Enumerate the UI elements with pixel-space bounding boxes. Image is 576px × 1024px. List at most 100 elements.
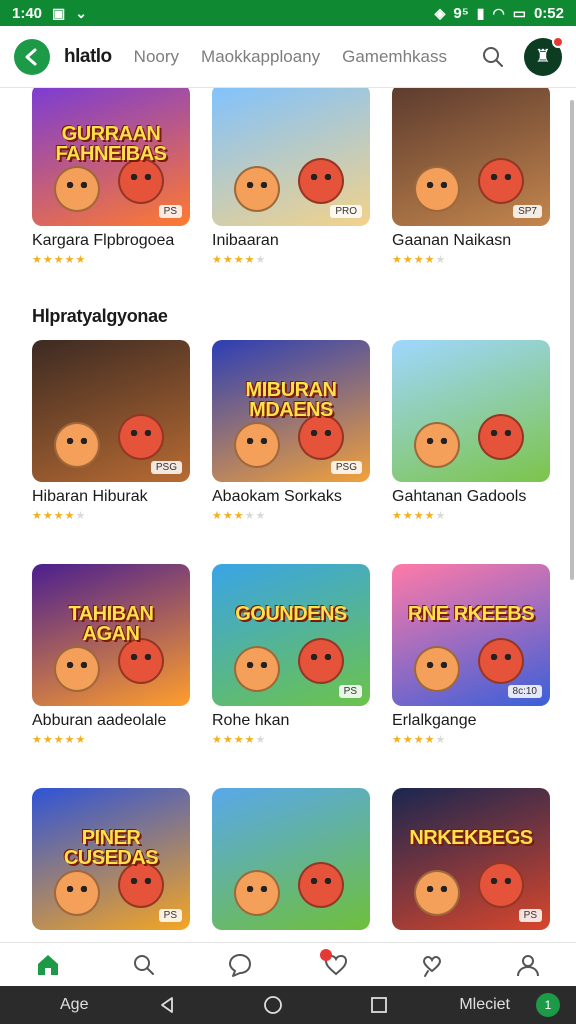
star-icon: ★ <box>64 510 76 522</box>
system-nav: Age Mleciet 1 <box>0 986 576 1024</box>
game-badge: SP7 <box>513 205 542 218</box>
wifi-icon: ◠ <box>492 4 505 21</box>
nav-home[interactable] <box>26 945 70 985</box>
game-name[interactable]: Gaanan Naikasn <box>392 232 550 250</box>
game-card[interactable] <box>212 788 370 930</box>
back-button[interactable] <box>152 990 182 1020</box>
search-button[interactable] <box>478 42 508 72</box>
star-icon: ★ <box>32 254 43 266</box>
game-card[interactable]: PRO Inibaaran ★★★★★ <box>212 88 370 266</box>
game-card[interactable]: RNE RKEEBS 8c:10 Erlalkgange ★★★★★ <box>392 564 550 746</box>
nav-link-3[interactable]: Gamemhkass <box>342 47 447 67</box>
nav-favorites[interactable] <box>314 945 358 985</box>
chat-icon <box>229 953 251 977</box>
star-icon: ★ <box>402 510 414 522</box>
star-icon: ★ <box>435 734 447 746</box>
rating-stars: ★★★★★ <box>212 253 370 266</box>
game-thumbnail[interactable]: PSG <box>32 340 190 482</box>
game-card[interactable]: NRKEKBEGS PS <box>392 788 550 930</box>
game-card[interactable]: Gahtanan Gadools ★★★★★ <box>392 340 550 522</box>
star-icon: ★ <box>435 510 447 522</box>
rating-stars: ★★★★★ <box>32 733 190 746</box>
character-icon <box>234 646 280 692</box>
nav-link-1[interactable]: Noory <box>134 47 179 67</box>
star-icon: ★ <box>212 254 223 266</box>
character-icon <box>414 422 460 468</box>
star-icon: ★ <box>392 254 403 266</box>
star-icon: ★ <box>424 734 436 746</box>
game-title-art: PINER CUSEDAS <box>63 827 159 869</box>
game-name[interactable]: Abaokam Sorkaks <box>212 488 370 506</box>
game-thumbnail[interactable]: TAHIBAN AGAN <box>32 564 190 706</box>
star-icon: ★ <box>75 254 87 266</box>
game-thumbnail[interactable]: GURRAAN FAHNEIBAS PS <box>32 88 190 226</box>
comment-heart-icon <box>422 955 442 977</box>
game-thumbnail[interactable]: SP7 <box>392 88 550 226</box>
game-name[interactable]: Inibaaran <box>212 232 370 250</box>
star-icon: ★ <box>255 510 267 522</box>
star-icon: ★ <box>42 734 54 746</box>
game-card[interactable]: MIBURAN MDAENS PSG Abaokam Sorkaks ★★★★★ <box>212 340 370 522</box>
star-icon: ★ <box>64 734 76 746</box>
star-icon: ★ <box>392 510 403 522</box>
signal-icon: ▮ <box>476 4 485 21</box>
app-logo-icon[interactable] <box>14 38 50 75</box>
game-card[interactable]: SP7 Gaanan Naikasn ★★★★★ <box>392 88 550 266</box>
rating-stars: ★★★★★ <box>32 253 190 266</box>
game-name[interactable]: Hibaran Hiburak <box>32 488 190 506</box>
game-title-art: GOUNDENS <box>235 603 347 625</box>
character-icon <box>414 166 460 212</box>
game-thumbnail[interactable] <box>212 788 370 930</box>
character-icon <box>414 870 460 916</box>
game-name[interactable]: Kargara Flpbrogoea <box>32 232 190 250</box>
star-icon: ★ <box>233 254 245 266</box>
nav-messages[interactable] <box>410 945 454 985</box>
game-badge: PS <box>158 909 182 922</box>
game-name[interactable]: Rohe hkan <box>212 712 370 730</box>
game-card[interactable]: PINER CUSEDAS PS <box>32 788 190 930</box>
avatar[interactable]: ♜ <box>524 35 564 76</box>
home-button[interactable] <box>258 990 288 1020</box>
signal-label: 9⁵ <box>453 4 469 22</box>
rating-stars: ★★★★★ <box>392 733 550 746</box>
star-icon: ★ <box>53 734 65 746</box>
game-thumbnail[interactable]: PRO <box>212 88 370 226</box>
game-name[interactable]: Erlalkgange <box>392 712 550 730</box>
character-icon <box>234 422 280 468</box>
scrollbar[interactable] <box>570 100 574 580</box>
game-name[interactable]: Gahtanan Gadools <box>392 488 550 506</box>
character-icon <box>234 166 280 212</box>
notification-badge <box>552 35 564 48</box>
character-icon <box>234 870 280 916</box>
game-card[interactable]: GOUNDENS PS Rohe hkan ★★★★★ <box>212 564 370 746</box>
game-badge: PS <box>338 685 362 698</box>
star-icon: ★ <box>255 734 267 746</box>
recents-icon <box>371 997 388 1013</box>
game-title-art: NRKEKBEGS <box>409 827 533 849</box>
search-icon <box>134 954 154 975</box>
star-icon: ★ <box>244 734 256 746</box>
game-card[interactable]: TAHIBAN AGAN Abburan aadeolale ★★★★★ <box>32 564 190 746</box>
star-icon: ★ <box>244 510 256 522</box>
recents-button[interactable] <box>364 990 394 1020</box>
game-thumbnail[interactable]: MIBURAN MDAENS PSG <box>212 340 370 482</box>
nav-profile[interactable] <box>506 945 550 985</box>
game-thumbnail[interactable] <box>392 340 550 482</box>
character-icon <box>478 862 524 908</box>
rating-stars: ★★★★★ <box>32 509 190 522</box>
star-icon: ★ <box>42 510 54 522</box>
game-thumbnail[interactable]: PINER CUSEDAS PS <box>32 788 190 930</box>
game-title-art: TAHIBAN AGAN <box>68 603 154 645</box>
game-thumbnail[interactable]: GOUNDENS PS <box>212 564 370 706</box>
nav-link-2[interactable]: Maokkapploany <box>201 47 320 67</box>
game-name[interactable]: Abburan aadeolale <box>32 712 190 730</box>
star-icon: ★ <box>244 254 256 266</box>
home-icon <box>38 954 58 975</box>
game-card[interactable]: GURRAAN FAHNEIBAS PS Kargara Flpbrogoea ★★★… <box>32 88 190 266</box>
nav-search[interactable] <box>122 945 166 985</box>
game-thumbnail[interactable]: NRKEKBEGS PS <box>392 788 550 930</box>
nav-chat[interactable] <box>218 945 262 985</box>
back-icon <box>161 997 174 1013</box>
game-card[interactable]: PSG Hibaran Hiburak ★★★★★ <box>32 340 190 522</box>
game-thumbnail[interactable]: RNE RKEEBS 8c:10 <box>392 564 550 706</box>
